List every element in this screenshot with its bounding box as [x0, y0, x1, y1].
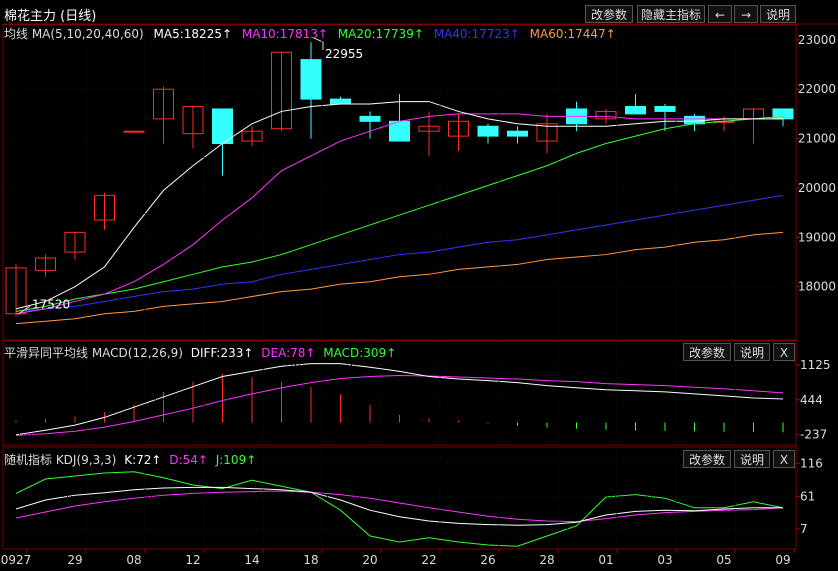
kdj-close-icon[interactable]: X [773, 450, 795, 468]
arrow-left-icon[interactable]: ← [708, 5, 732, 23]
x-axis-label: 05 [716, 553, 731, 567]
candle-body-down [389, 120, 410, 142]
price-panel-frame [2, 24, 797, 341]
x-axis-label: 28 [539, 553, 554, 567]
kdj-label: 随机指标 KDJ(9,3,3) [4, 453, 117, 467]
ma40-value: MA40:17723↑ [433, 27, 520, 41]
price-tick-label: 20000 [798, 181, 836, 195]
x-axis-label: 0927 [1, 553, 32, 567]
dea-value: DEA:78↑ [261, 346, 316, 360]
macd-change-params-button[interactable]: 改参数 [683, 343, 731, 361]
x-axis-label: 20 [362, 553, 377, 567]
price-tick-label: 23000 [798, 33, 836, 47]
change-params-button[interactable]: 改参数 [585, 5, 633, 23]
x-axis-label: 01 [598, 553, 613, 567]
candle-body-down [330, 98, 351, 105]
macd-tick-label: 1125 [800, 358, 831, 372]
ma10-value: MA10:17813↑ [241, 27, 328, 41]
kdj-tick-label: 7 [800, 522, 808, 536]
diff-value: DIFF:233↑ [190, 346, 254, 360]
candle-body-down [507, 130, 528, 137]
x-axis-label: 03 [657, 553, 672, 567]
help-button[interactable]: 说明 [760, 5, 796, 23]
x-axis-label: 26 [480, 553, 495, 567]
candle-body-down [300, 59, 322, 100]
kdj-help-button[interactable]: 说明 [734, 450, 770, 468]
x-axis-label: 14 [244, 553, 259, 567]
candle-body-down [625, 106, 646, 115]
ma60-line [15, 231, 784, 325]
hide-main-indicator-button[interactable]: 隐藏主指标 [637, 5, 705, 23]
chart-canvas: 23000 22000 21000 20000 19000 18000 22955 17520… [1, 23, 838, 567]
x-axis-label: 29 [67, 553, 82, 567]
k-line [15, 486, 783, 526]
macd-tick-label: -237 [800, 428, 827, 442]
price-tick-label: 18000 [798, 280, 836, 294]
ma60-value: MA60:17447↑ [529, 27, 616, 41]
candle-body-down [359, 115, 381, 122]
x-axis-label: 08 [126, 553, 141, 567]
macd-tick-label: 444 [800, 393, 823, 407]
diff-line [15, 363, 784, 436]
arrow-right-icon[interactable]: → [734, 5, 758, 23]
ma5-value: MA5:18225↑ [153, 27, 233, 41]
price-tick-label: 21000 [798, 132, 836, 146]
k-value: K:72↑ [124, 453, 162, 467]
candle-body-down [684, 115, 705, 125]
macd-close-icon[interactable]: X [773, 343, 795, 361]
d-value: D:54↑ [169, 453, 208, 467]
macd-value: MACD:309↑ [323, 346, 397, 360]
ma-legend: 均线 MA(5,10,20,40,60) MA5:18225↑ MA10:178… [4, 25, 616, 42]
macd-help-button[interactable]: 说明 [734, 343, 770, 361]
macd-legend: 平滑异同平均线 MACD(12,26,9) DIFF:233↑ DEA:78↑ … [4, 344, 396, 361]
x-axis-label: 18 [303, 553, 318, 567]
ma10-line [15, 113, 783, 315]
ma20-value: MA20:17739↑ [337, 27, 424, 41]
kdj-legend: 随机指标 KDJ(9,3,3) K:72↑ D:54↑ J:109↑ [4, 451, 256, 468]
j-line [15, 471, 784, 547]
dea-line [15, 374, 784, 436]
ma20-line [15, 115, 784, 312]
x-axis-label: 22 [421, 553, 436, 567]
candle-body-down [477, 125, 499, 137]
kdj-tick-label: 116 [800, 456, 823, 470]
x-axis-label: 12 [185, 553, 200, 567]
kdj-tick-label: 61 [800, 489, 815, 503]
macd-label: 平滑异同平均线 MACD(12,26,9) [4, 346, 183, 360]
chart-title: 棉花主力 (日线) [4, 9, 97, 24]
candle-body-down [654, 106, 676, 112]
low-annotation-label: 17520 [32, 297, 70, 311]
high-annotation-label: 22955 [325, 47, 363, 61]
j-value: J:109↑ [215, 453, 257, 467]
price-tick-label: 19000 [798, 230, 836, 244]
price-tick-label: 22000 [798, 82, 836, 96]
ma-label: 均线 MA(5,10,20,40,60) [4, 27, 144, 41]
ma40-line [15, 194, 784, 312]
x-axis-label: 09 [775, 553, 790, 567]
candle-body-up [123, 130, 145, 133]
kdj-change-params-button[interactable]: 改参数 [683, 450, 731, 468]
